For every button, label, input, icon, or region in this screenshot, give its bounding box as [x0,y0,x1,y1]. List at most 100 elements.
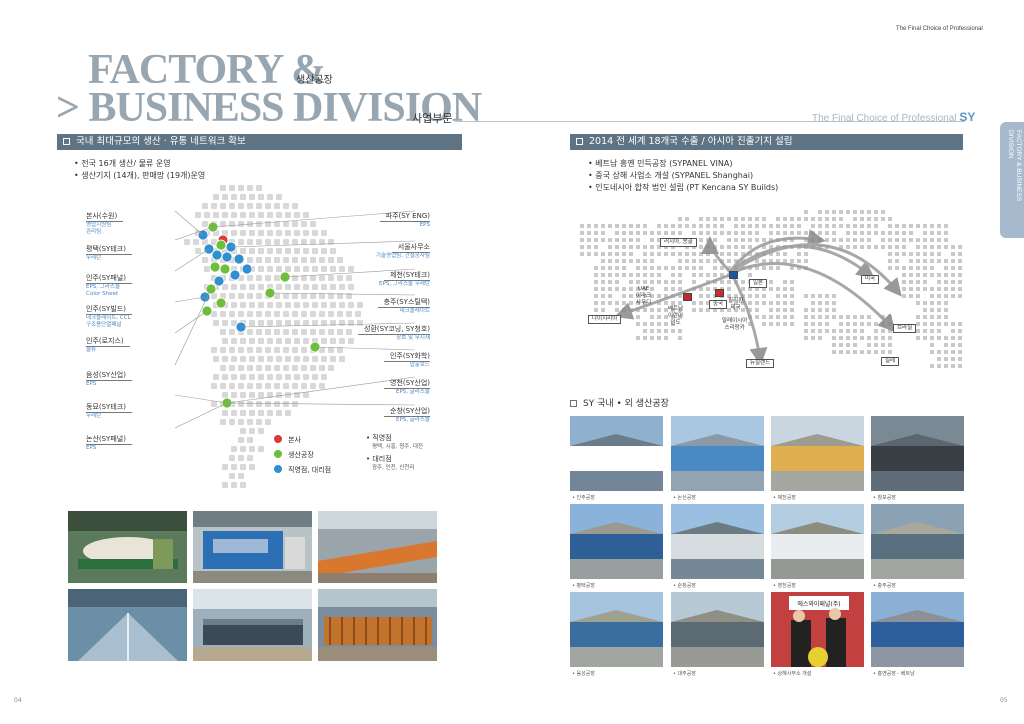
map-dot [249,392,255,398]
map-dot [301,383,307,389]
factory-photo [570,592,663,667]
map-dot [229,419,235,425]
map-dot [222,212,228,218]
map-dot [249,356,255,362]
map-dot [222,410,228,416]
map-dot [229,293,235,299]
map-dot [249,248,255,254]
world-label-russia: 러시아, 몽골 [660,238,697,247]
map-dot [301,257,307,263]
sy-factories-title: SY 국내 • 외 생산공장 [570,396,669,409]
map-dot [220,203,226,209]
map-dot [231,356,237,362]
location-chungju: 충주(SY스틸텍) 데크플레이트 [377,289,430,315]
map-dot [231,212,237,218]
map-dot [303,230,309,236]
map-dot [222,482,228,488]
map-dot [265,347,271,353]
legend-hq: 본사 [274,433,331,448]
map-dot [301,239,307,245]
world-label-brazil: 브라질 [893,324,917,333]
legend-agency-title: • 대리점 [366,455,392,463]
map-dot [204,212,210,218]
map-dot [258,284,264,290]
location-inju-build: 인주(SY빌드) 데크플레이트, CCL 구조용단열패널 [86,305,132,328]
map-dot [303,356,309,362]
location-pyeongtaek: 평택(SY테크) 우레탄 [86,236,132,262]
world-label-philippines: 필리핀 태국 [728,298,744,311]
square-icon [63,138,70,145]
map-dot [202,221,208,227]
photo-factory-line [318,511,437,583]
title-subtitle-business: 사업부문 [412,112,453,125]
factory-caption: • 제천공장 [773,495,796,501]
map-dot [238,239,244,245]
factory-photo [570,504,663,579]
map-dot [267,320,273,326]
map-dot [238,383,244,389]
map-dot [301,311,307,317]
map-dot [346,329,352,335]
map-dot [213,194,219,200]
map-dot [285,410,291,416]
map-dot [301,347,307,353]
leader-line [175,310,208,334]
map-dot [294,302,300,308]
map-dot [247,437,253,443]
world-label-japan: 일본 [749,279,768,288]
world-label-malaysia: 말레이시아 스리랑카 [722,318,748,331]
map-dot [303,266,309,272]
map-dot [202,257,208,263]
map-dot [249,374,255,380]
location-inju-chemical: 인주(SY화학) 압출보드 [384,343,430,369]
map-dot [330,338,336,344]
map-dot [256,365,262,371]
map-dot [258,230,264,236]
map-dot [337,257,343,263]
map-dot [249,464,255,470]
map-dot [240,464,246,470]
map-dot [240,338,246,344]
factory-photo [771,504,864,579]
factory-caption: • 논산공장 [673,495,696,501]
map-dot [247,239,253,245]
map-dot [285,230,291,236]
map-dot [283,401,289,407]
map-dot [220,347,226,353]
map-dot [294,284,300,290]
map-dot [303,212,309,218]
map-dot [312,302,318,308]
factory-photo [871,592,964,667]
map-dot [213,356,219,362]
map-dot [312,284,318,290]
map-dot [265,203,271,209]
map-dot [294,374,300,380]
korea-flag-icon [729,271,738,279]
map-dot [220,365,226,371]
map-dot [276,266,282,272]
map-dot [247,185,253,191]
map-dot [238,311,244,317]
map-dot [258,248,264,254]
square-icon [576,138,583,145]
map-dot [292,293,298,299]
map-dot [211,203,217,209]
map-dot [231,482,237,488]
map-dot [240,428,246,434]
map-dot [267,302,273,308]
map-dot [256,311,262,317]
map-dot [348,284,354,290]
map-dot [337,275,343,281]
world-label-chile: 칠레 [881,357,900,366]
factory-caption: • 순창공장 [673,583,696,589]
side-tab[interactable]: FACTORY & BUSINESS DIVISION [1000,122,1024,238]
map-dot [276,302,282,308]
map-dot [346,275,352,281]
map-dot [292,365,298,371]
map-dot [283,365,289,371]
factory-photo [671,416,764,491]
map-dot [276,374,282,380]
map-dot [258,302,264,308]
map-dot [249,446,255,452]
legend-direct-title: • 직영점 [366,434,392,442]
